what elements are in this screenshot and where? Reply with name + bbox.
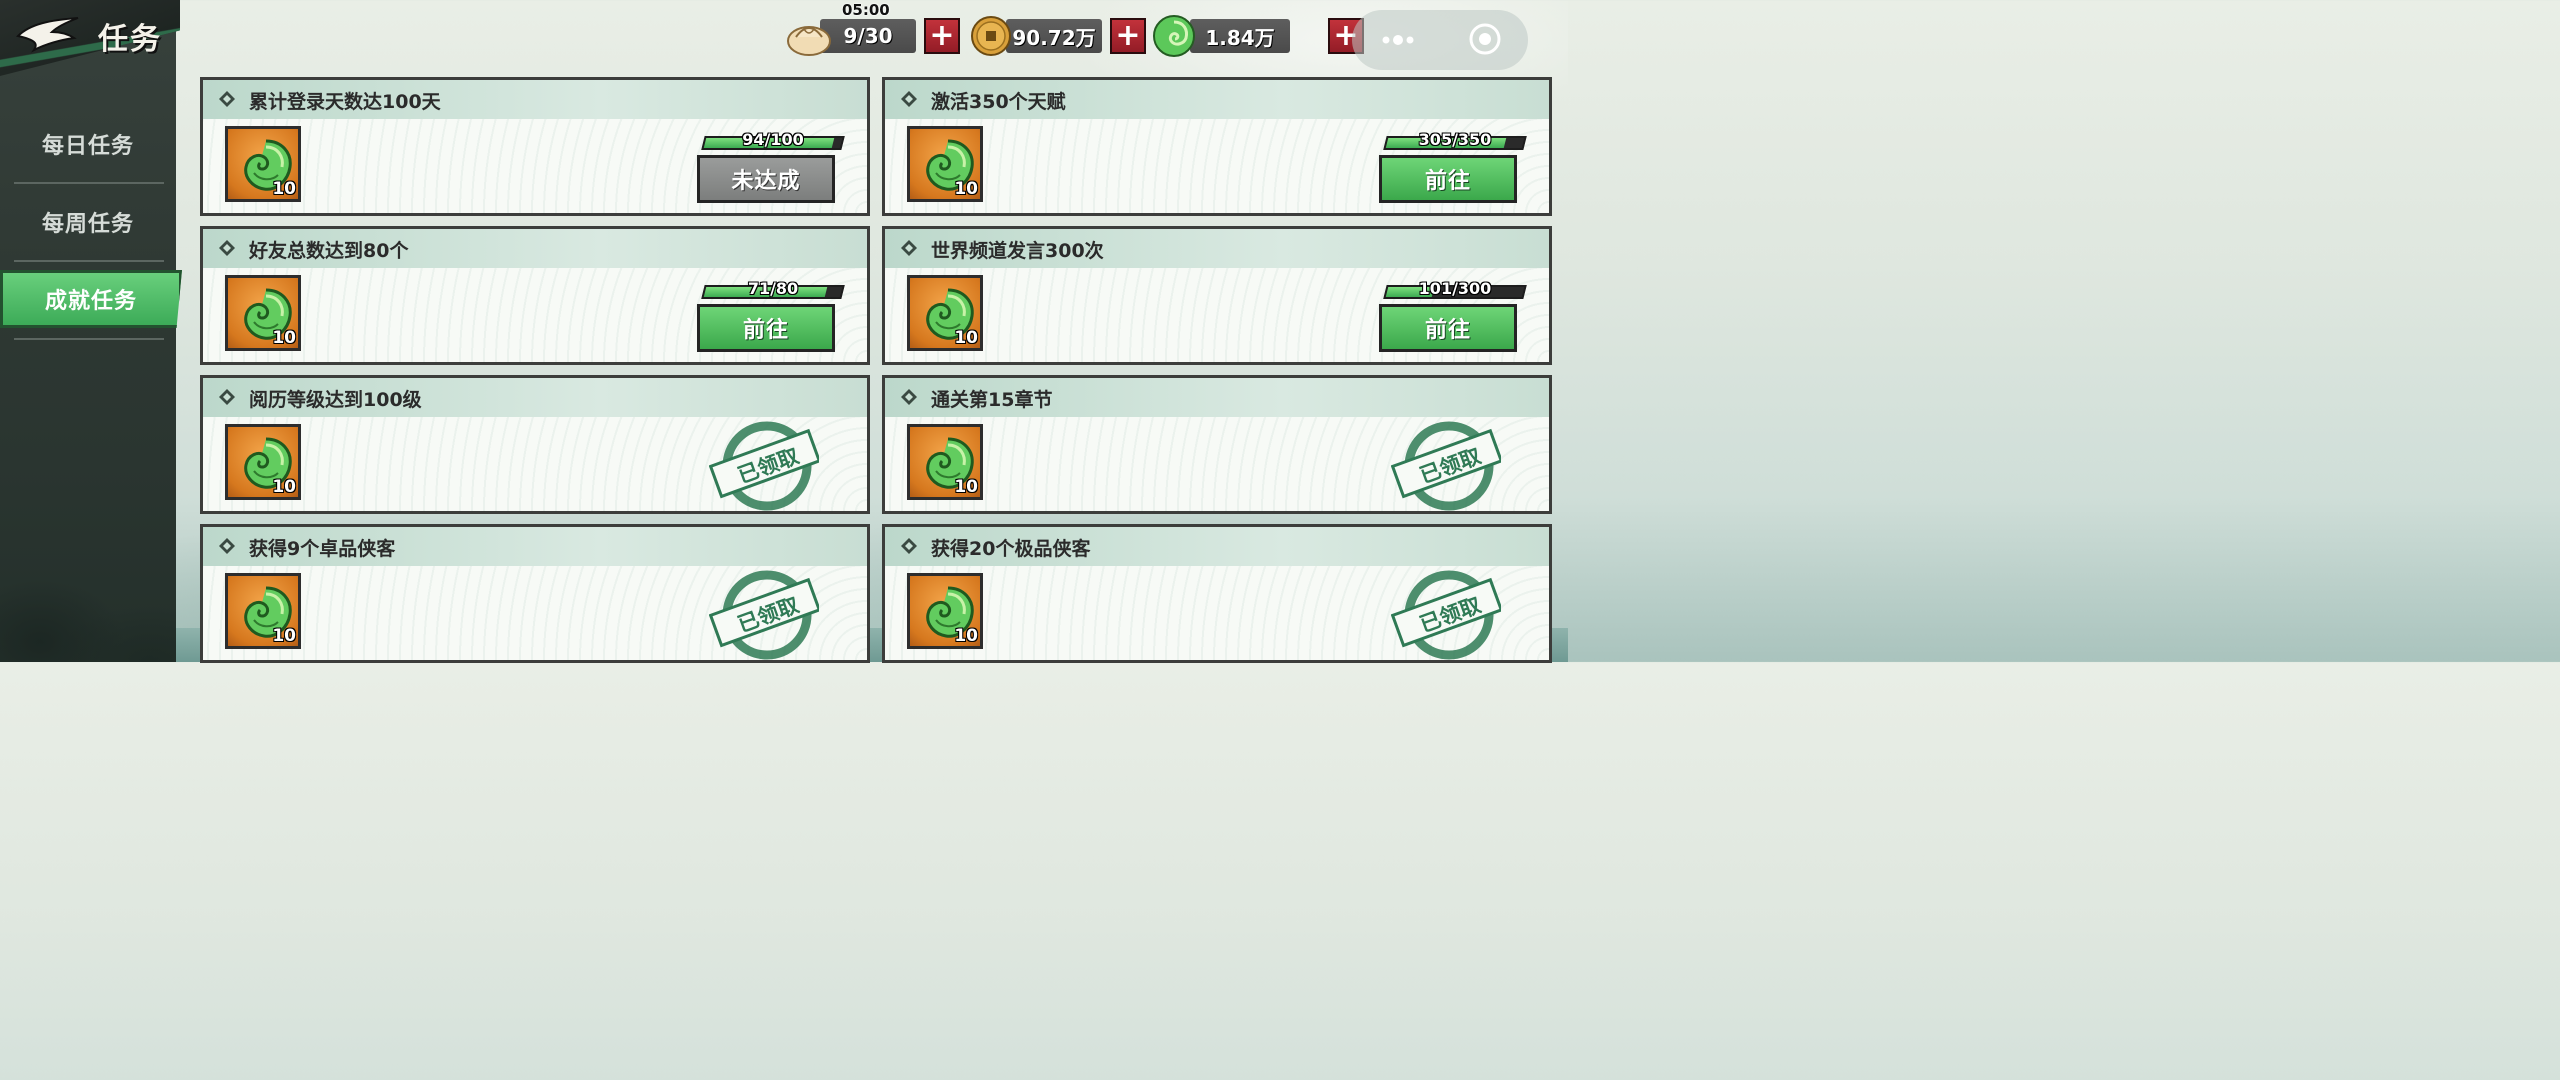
task-card: 激活350个天赋 10 305/350 前往 [882, 77, 1552, 216]
task-card-header: 世界频道发言300次 [885, 229, 1549, 268]
reward-quantity: 10 [272, 477, 296, 497]
task-card: 通关第15章节 10 已领取 [882, 375, 1552, 514]
close-target-icon [1469, 23, 1501, 55]
claimed-stamp: 已领取 [1390, 418, 1504, 514]
task-card: 获得9个卓品侠客 10 已领取 [200, 524, 870, 663]
go-button[interactable]: 前往 [1379, 304, 1517, 352]
stamina-resource: 9/30 + [786, 18, 960, 56]
page-title: 任务 [98, 22, 162, 57]
diamond-bullet-icon [219, 538, 235, 554]
go-button[interactable]: 前往 [1379, 155, 1517, 203]
diamond-bullet-icon [219, 91, 235, 107]
reward-quantity: 10 [272, 328, 296, 348]
reward-quantity: 10 [954, 328, 978, 348]
task-title: 好友总数达到80个 [249, 240, 409, 262]
diamond-bullet-icon [901, 240, 917, 256]
add-coins-button[interactable]: + [1110, 18, 1146, 54]
task-card: 世界频道发言300次 10 101/300 前往 [882, 226, 1552, 365]
reward-item[interactable]: 10 [225, 275, 301, 351]
stamina-timer: 05:00 [842, 1, 890, 19]
claimed-stamp: 已领取 [708, 567, 822, 663]
task-card-header: 通关第15章节 [885, 378, 1549, 417]
add-stamina-button[interactable]: + [924, 18, 960, 54]
bun-icon [787, 26, 831, 56]
reward-item[interactable]: 10 [907, 126, 983, 202]
sidebar-divider [14, 260, 164, 262]
task-title: 世界频道发言300次 [931, 240, 1104, 262]
task-title: 获得9个卓品侠客 [249, 538, 396, 560]
stamina-value: 9/30 [820, 19, 916, 53]
coin-icon [971, 16, 1011, 56]
task-card-header: 阅历等级达到100级 [203, 378, 867, 417]
sidebar-item-label: 成就任务 [44, 289, 137, 314]
sidebar [0, 0, 176, 662]
jade-resource: 1.84万 + [1152, 15, 1364, 57]
task-card-header: 激活350个天赋 [885, 80, 1549, 119]
task-title: 累计登录天数达100天 [249, 91, 441, 113]
task-card: 累计登录天数达100天 10 94/100 未达成 [200, 77, 870, 216]
close-button[interactable] [1468, 22, 1502, 56]
task-progress-text: 101/300 [1418, 279, 1492, 298]
diamond-bullet-icon [219, 240, 235, 256]
reward-item[interactable]: 10 [907, 573, 983, 649]
claimed-stamp: 已领取 [1390, 567, 1504, 663]
task-title: 阅历等级达到100级 [249, 389, 422, 411]
task-title: 通关第15章节 [931, 389, 1053, 411]
diamond-bullet-icon [901, 538, 917, 554]
reward-item[interactable]: 10 [225, 573, 301, 649]
diamond-bullet-icon [901, 389, 917, 405]
diamond-bullet-icon [219, 389, 235, 405]
task-title: 获得20个极品侠客 [931, 538, 1091, 560]
task-card-header: 获得9个卓品侠客 [203, 527, 867, 566]
reward-item[interactable]: 10 [907, 424, 983, 500]
sidebar-hills [0, 422, 176, 662]
sidebar-item-label: 每日任务 [41, 134, 134, 159]
task-progress-text: 305/350 [1418, 130, 1492, 149]
sidebar-divider [14, 338, 164, 340]
back-button[interactable] [16, 14, 86, 54]
incomplete-button[interactable]: 未达成 [697, 155, 835, 203]
task-card-header: 获得20个极品侠客 [885, 527, 1549, 566]
jade-value: 1.84万 [1190, 19, 1290, 53]
reward-quantity: 10 [954, 179, 978, 199]
diamond-bullet-icon [901, 91, 917, 107]
reward-item[interactable]: 10 [225, 424, 301, 500]
plus-icon: + [929, 18, 955, 53]
sidebar-item-weekly-tasks[interactable]: 每周任务 [0, 192, 176, 252]
coins-resource: 90.72万 + [970, 16, 1146, 56]
sidebar-divider [14, 182, 164, 184]
task-card: 获得20个极品侠客 10 已领取 [882, 524, 1552, 663]
task-title: 激活350个天赋 [931, 91, 1066, 113]
go-button[interactable]: 前往 [697, 304, 835, 352]
reward-quantity: 10 [272, 179, 296, 199]
task-card: 好友总数达到80个 10 71/80 前往 [200, 226, 870, 365]
sidebar-item-daily-tasks[interactable]: 每日任务 [0, 114, 176, 174]
reward-quantity: 10 [954, 626, 978, 646]
task-card-header: 好友总数达到80个 [203, 229, 867, 268]
reward-item[interactable]: 10 [225, 126, 301, 202]
coins-value: 90.72万 [1006, 19, 1102, 53]
reward-quantity: 10 [272, 626, 296, 646]
crane-back-icon [16, 17, 79, 53]
sidebar-item-label: 每周任务 [41, 212, 134, 237]
task-card-header: 累计登录天数达100天 [203, 80, 867, 119]
sidebar-item-achievement-tasks[interactable]: 成就任务 [0, 270, 182, 328]
claimed-stamp: 已领取 [708, 418, 822, 514]
jade-swirl-icon [1153, 15, 1195, 57]
reward-quantity: 10 [954, 477, 978, 497]
more-dots-icon [1382, 35, 1414, 45]
task-progress-text: 94/100 [742, 130, 804, 149]
task-progress-text: 71/80 [747, 279, 799, 298]
more-button[interactable] [1378, 26, 1418, 54]
plus-icon: + [1115, 18, 1141, 53]
reward-item[interactable]: 10 [907, 275, 983, 351]
task-card: 阅历等级达到100级 10 已领取 [200, 375, 870, 514]
